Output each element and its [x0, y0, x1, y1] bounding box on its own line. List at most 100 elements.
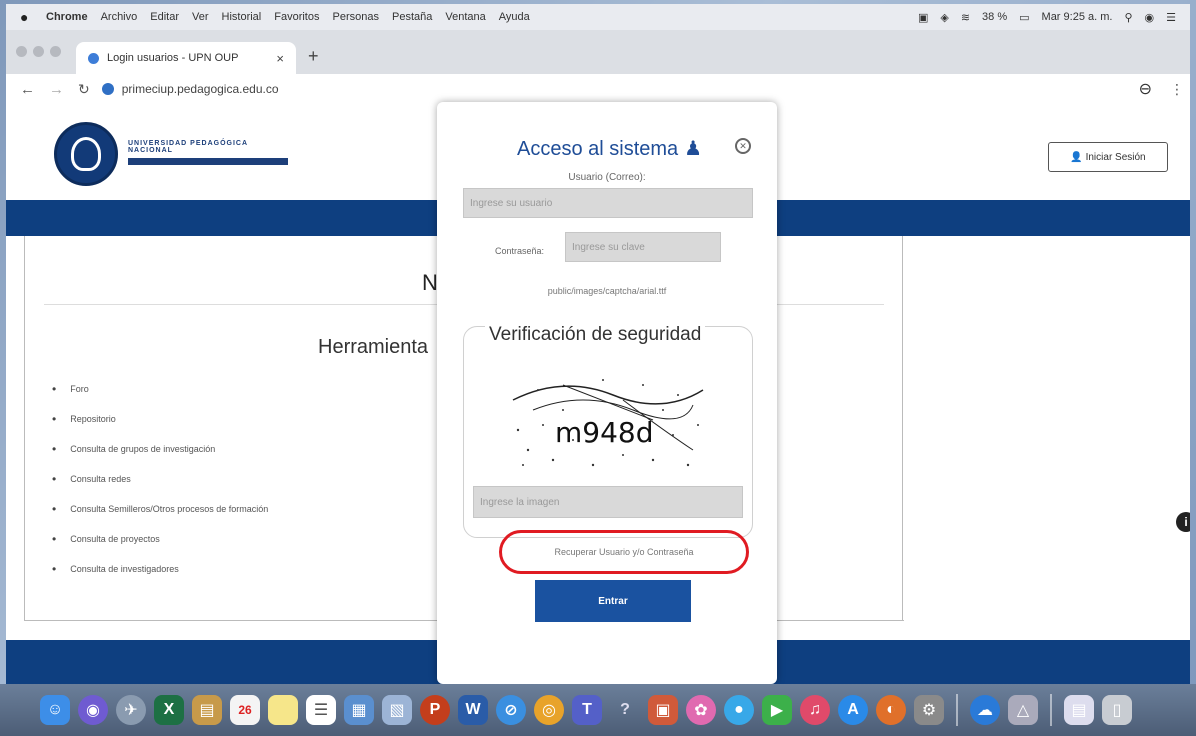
- menubar-status-area: ▣ ◈ ≋ 38 % ▭ Mar 9:25 a. m. ⚲ ◉ ☰: [918, 11, 1190, 24]
- documents-icon[interactable]: ▤: [1064, 695, 1094, 725]
- info-icon[interactable]: i: [1176, 512, 1190, 532]
- close-icon[interactable]: ✕: [735, 138, 751, 154]
- photobooth-icon[interactable]: ▣: [648, 695, 678, 725]
- tool-link-semilleros[interactable]: Consulta Semilleros/Otros procesos de fo…: [52, 494, 268, 524]
- calendar-icon[interactable]: 26: [230, 695, 260, 725]
- safari-icon[interactable]: ⊘: [496, 695, 526, 725]
- user-input[interactable]: Ingrese su usuario: [463, 188, 753, 218]
- new-tab-button[interactable]: +: [308, 46, 319, 67]
- menu-pestana[interactable]: Pestaña: [392, 11, 432, 23]
- teams-icon[interactable]: T: [572, 695, 602, 725]
- university-logo-icon[interactable]: [54, 122, 118, 186]
- mac-menubar: ● Chrome Archivo Editar Ver Historial Fa…: [6, 4, 1190, 30]
- tool-link-redes[interactable]: Consulta redes: [52, 464, 268, 494]
- tab-favicon-icon: [88, 52, 99, 64]
- powerpoint-icon[interactable]: P: [420, 695, 450, 725]
- itunes-icon[interactable]: ✿: [686, 695, 716, 725]
- screen: ● Chrome Archivo Editar Ver Historial Fa…: [6, 4, 1190, 684]
- password-input[interactable]: Ingrese su clave: [565, 232, 721, 262]
- user-icon: ♟: [684, 138, 703, 160]
- menu-editar[interactable]: Editar: [150, 11, 179, 23]
- preview-icon[interactable]: ▦: [344, 695, 374, 725]
- captcha-image: m948d: [512, 379, 704, 467]
- stickies-icon[interactable]: [268, 695, 298, 725]
- window-controls: [16, 46, 61, 57]
- wifi-icon[interactable]: ≋: [961, 11, 970, 24]
- notes-icon[interactable]: ▤: [192, 695, 222, 725]
- tab-title: Login usuarios - UPN OUP: [107, 52, 239, 64]
- menu-archivo[interactable]: Archivo: [101, 11, 138, 23]
- trash-icon[interactable]: ▯: [1102, 695, 1132, 725]
- captcha-text: m948d: [555, 416, 654, 449]
- browser-menu-icon[interactable]: ⋮: [1170, 81, 1184, 98]
- close-window-button[interactable]: [16, 46, 27, 57]
- address-bar: ← → ↻ primeciup.pedagogica.edu.co ⊖ ⋮: [6, 74, 1190, 105]
- browser-tab[interactable]: Login usuarios - UPN OUP ×: [76, 42, 296, 74]
- tab-close-icon[interactable]: ×: [276, 51, 284, 66]
- messages-icon[interactable]: ●: [724, 695, 754, 725]
- modal-title: Acceso al sistema ♟: [517, 136, 702, 161]
- chrome-icon[interactable]: ◎: [534, 695, 564, 725]
- menu-app-chrome[interactable]: Chrome: [46, 11, 88, 23]
- mac-dock: ☺ ◉ ✈ X ▤ 26 ☰ ▦ ▧ P W ⊘ ◎ T ? ▣ ✿ ● ▶ ♫…: [0, 684, 1196, 736]
- menu-ventana[interactable]: Ventana: [445, 11, 485, 23]
- enter-button[interactable]: Entrar: [535, 580, 691, 622]
- word-icon[interactable]: W: [458, 695, 488, 725]
- page-heading-fragment: N: [422, 270, 438, 295]
- tool-link-proyectos[interactable]: Consulta de proyectos: [52, 524, 268, 554]
- notification-center-icon[interactable]: ☰: [1166, 11, 1176, 24]
- firefox-icon[interactable]: ◐: [876, 695, 906, 725]
- logo-line-1: UNIVERSIDAD PEDAGÓGICA: [128, 140, 249, 147]
- settings-icon[interactable]: ⚙: [914, 695, 944, 725]
- iniciar-sesion-label: Iniciar Sesión: [1085, 151, 1146, 163]
- clock[interactable]: Mar 9:25 a. m.: [1042, 11, 1113, 23]
- user-icon: 👤: [1070, 151, 1086, 163]
- menu-favoritos[interactable]: Favoritos: [274, 11, 319, 23]
- browser-tab-bar: Login usuarios - UPN OUP × +: [6, 30, 1190, 74]
- tools-list: Foro Repositorio Consulta de grupos de i…: [52, 374, 268, 584]
- iniciar-sesion-button[interactable]: 👤 Iniciar Sesión: [1048, 142, 1168, 172]
- finder-icon[interactable]: ☺: [40, 695, 70, 725]
- tool-link-grupos[interactable]: Consulta de grupos de investigación: [52, 434, 268, 464]
- site-info-icon[interactable]: [101, 83, 114, 95]
- facetime-icon[interactable]: ▶: [762, 695, 792, 725]
- reminders-icon[interactable]: ☰: [306, 695, 336, 725]
- screenshot-icon[interactable]: ▣: [918, 11, 928, 24]
- photos-icon[interactable]: ▧: [382, 695, 412, 725]
- back-arrow-icon[interactable]: ←: [20, 81, 35, 98]
- menu-historial[interactable]: Historial: [222, 11, 262, 23]
- tool-link-repositorio[interactable]: Repositorio: [52, 404, 268, 434]
- help-icon[interactable]: ?: [610, 695, 640, 725]
- onedrive-icon[interactable]: ☁: [970, 695, 1000, 725]
- modal-title-text: Acceso al sistema: [517, 138, 679, 160]
- appstore-icon[interactable]: A: [838, 695, 868, 725]
- dock-separator: [956, 694, 958, 726]
- tool-link-foro[interactable]: Foro: [52, 374, 268, 404]
- forward-arrow-icon[interactable]: →: [49, 81, 64, 98]
- drive-icon[interactable]: △: [1008, 695, 1038, 725]
- recover-credentials-link[interactable]: Recuperar Usuario y/o Contraseña: [499, 530, 749, 574]
- captcha-input[interactable]: Ingrese la imagen: [473, 486, 743, 518]
- volume-icon[interactable]: ◈: [940, 11, 948, 24]
- menu-ayuda[interactable]: Ayuda: [499, 11, 530, 23]
- menu-personas[interactable]: Personas: [333, 11, 379, 23]
- battery-status[interactable]: 38 %: [982, 11, 1007, 23]
- user-label: Usuario (Correo):: [568, 172, 646, 183]
- siri-icon[interactable]: ◉: [78, 695, 108, 725]
- siri-menu-icon[interactable]: ◉: [1145, 11, 1155, 24]
- reload-icon[interactable]: ↻: [78, 81, 90, 98]
- menu-ver[interactable]: Ver: [192, 11, 209, 23]
- logo-bar: [128, 158, 288, 165]
- launchpad-icon[interactable]: ✈: [116, 695, 146, 725]
- dock-separator: [1050, 694, 1052, 726]
- profile-avatar-icon[interactable]: ⊖: [1139, 79, 1152, 99]
- url-field[interactable]: primeciup.pedagogica.edu.co: [122, 82, 279, 96]
- spotlight-search-icon[interactable]: ⚲: [1124, 11, 1132, 24]
- music-icon[interactable]: ♫: [800, 695, 830, 725]
- zoom-window-button[interactable]: [50, 46, 61, 57]
- minimize-window-button[interactable]: [33, 46, 44, 57]
- excel-icon[interactable]: X: [154, 695, 184, 725]
- tool-link-investigadores[interactable]: Consulta de investigadores: [52, 554, 268, 584]
- tools-title: Herramienta: [318, 336, 429, 358]
- apple-menu-icon[interactable]: ●: [20, 9, 34, 25]
